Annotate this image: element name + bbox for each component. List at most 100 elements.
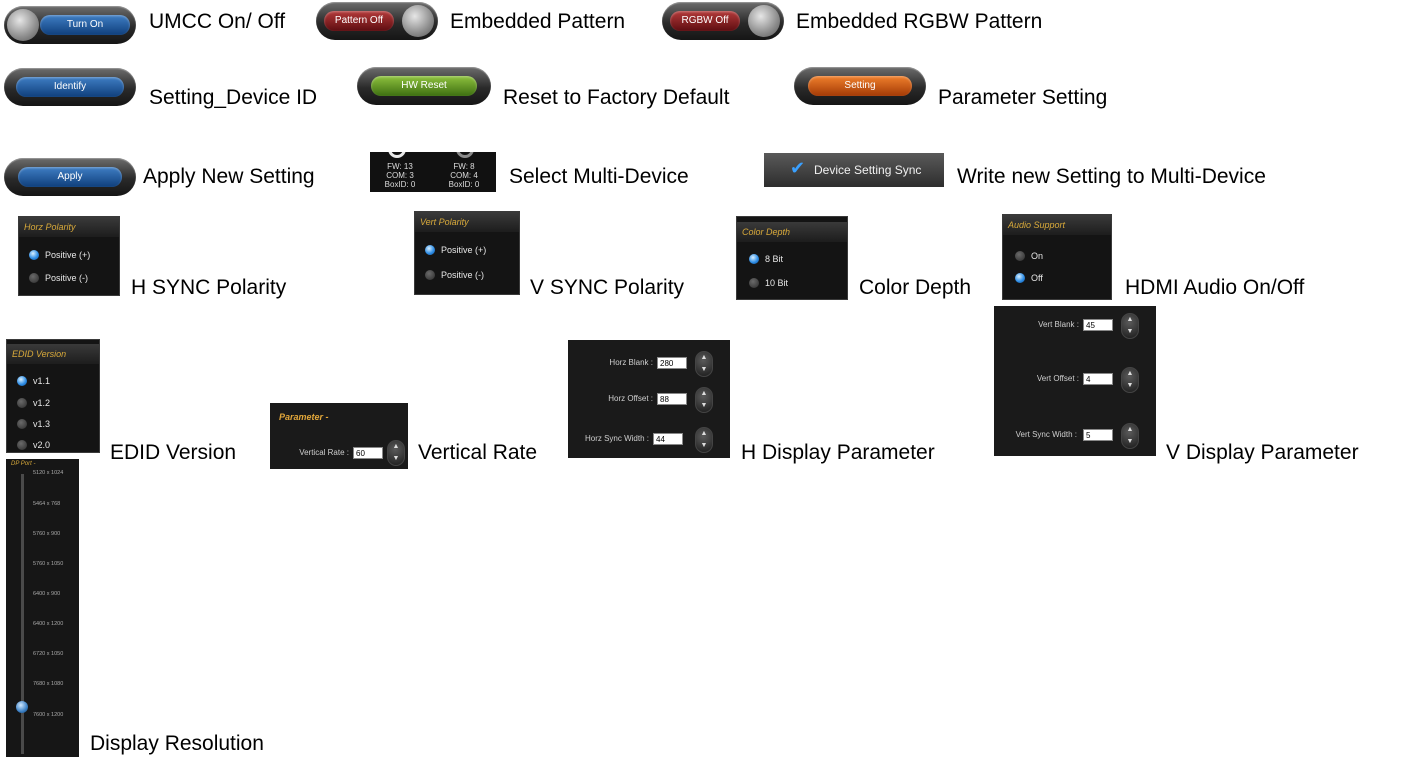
setting-label: Setting	[808, 76, 912, 96]
resolution-slider-thumb[interactable]	[16, 701, 28, 713]
toggle-knob	[748, 5, 780, 37]
edid-opt-label: v1.3	[33, 419, 51, 429]
dp-port-panel: DP Port - 5120 x 1024 5464 x 768 5760 x …	[6, 459, 79, 757]
horz-negative-radio[interactable]	[29, 273, 39, 283]
audio-off-radio[interactable]	[1015, 273, 1025, 283]
depth-10bit-radio[interactable]	[749, 278, 759, 288]
vert-opt1-label: Positive (+)	[441, 245, 487, 255]
edid-version-panel: EDID Version v1.1 v1.2 v1.3 v2.0	[6, 339, 100, 453]
resolution-option[interactable]: 7680 x 1080	[33, 680, 63, 688]
resolution-option[interactable]: 5760 x 1050	[33, 560, 63, 568]
identify-label: Identify	[16, 77, 124, 97]
depth-opt1-label: 8 Bit	[765, 254, 784, 264]
vert-blank-input[interactable]: 45	[1083, 319, 1113, 331]
caption-v-sync-polarity: V SYNC Polarity	[530, 276, 685, 299]
device-2-fw: FW: 8	[453, 162, 475, 171]
horz-offset-input[interactable]: 88	[657, 393, 687, 405]
audio-support-panel: Audio Support On Off	[1002, 214, 1112, 300]
multi-device-selector[interactable]: FW: 13 COM: 3 BoxID: 0 FW: 8 COM: 4 BoxI…	[370, 152, 496, 192]
v-display-panel: Vert Blank : 45 ▲ ▼ Vert Offset : 4 ▲ ▼ Ve…	[994, 306, 1156, 456]
vertical-rate-stepper[interactable]: ▲ ▼	[387, 440, 405, 466]
vert-blank-stepper[interactable]: ▲ ▼	[1121, 313, 1139, 339]
vert-sync-label: Vert Sync Width :	[1015, 430, 1077, 439]
device-1-fw: FW: 13	[387, 162, 413, 171]
horz-polarity-title: Horz Polarity	[19, 217, 119, 237]
caption-hdmi-audio: HDMI Audio On/Off	[1125, 276, 1305, 299]
vert-sync-input[interactable]: 5	[1083, 429, 1113, 441]
hw-reset-button[interactable]: HW Reset	[357, 67, 491, 105]
device-2-com: COM: 4	[450, 171, 478, 180]
vert-polarity-panel: Vert Polarity Positive (+) Positive (-)	[414, 211, 520, 295]
caption-reset-factory: Reset to Factory Default	[503, 86, 730, 109]
turn-on-label: Turn On	[40, 15, 130, 35]
edid-opt-label: v1.1	[33, 376, 51, 386]
caption-v-display: V Display Parameter	[1166, 441, 1359, 464]
setting-button[interactable]: Setting	[794, 67, 926, 105]
caption-apply-new-setting: Apply New Setting	[143, 165, 315, 188]
color-depth-title: Color Depth	[737, 222, 847, 242]
resolution-option[interactable]: 5760 x 900	[33, 530, 60, 538]
vert-polarity-title: Vert Polarity	[415, 212, 519, 232]
edid-v12-radio[interactable]	[17, 398, 27, 408]
vertical-rate-input[interactable]: 60	[353, 447, 383, 459]
vert-blank-label: Vert Blank :	[1038, 320, 1079, 329]
resolution-option[interactable]: 6400 x 1200	[33, 620, 63, 628]
pattern-off-toggle[interactable]: Pattern Off	[316, 2, 438, 40]
resolution-option[interactable]: 7600 x 1200	[33, 711, 63, 719]
vertical-rate-panel: Parameter - Vertical Rate : 60 ▲ ▼	[270, 403, 408, 469]
caption-color-depth: Color Depth	[859, 276, 972, 299]
rgbw-off-toggle[interactable]: RGBW Off	[662, 2, 784, 40]
edid-opt-label: v2.0	[33, 440, 51, 450]
horz-blank-input[interactable]: 280	[657, 357, 687, 369]
resolution-option[interactable]: 6400 x 900	[33, 590, 60, 598]
apply-button[interactable]: Apply	[4, 158, 136, 196]
vertical-rate-label: Vertical Rate :	[299, 448, 349, 457]
horz-sync-stepper[interactable]: ▲ ▼	[695, 427, 713, 453]
edid-v20-radio[interactable]	[17, 440, 27, 450]
sync-label: Device Setting Sync	[814, 163, 922, 177]
audio-opt1-label: On	[1031, 251, 1044, 261]
horz-blank-label: Horz Blank :	[609, 358, 653, 367]
caption-edid-version: EDID Version	[110, 441, 237, 464]
caption-write-multi-device: Write new Setting to Multi-Device	[957, 165, 1266, 188]
horz-blank-stepper[interactable]: ▲ ▼	[695, 351, 713, 377]
turn-on-toggle[interactable]: Turn On	[4, 6, 136, 44]
caption-display-resolution: Display Resolution	[90, 732, 264, 755]
caption-h-sync-polarity: H SYNC Polarity	[131, 276, 287, 299]
device-2-boxid: BoxID: 0	[448, 180, 480, 189]
vert-negative-radio[interactable]	[425, 270, 435, 280]
vert-sync-stepper[interactable]: ▲ ▼	[1121, 423, 1139, 449]
rgbw-off-label: RGBW Off	[670, 11, 740, 31]
caption-vertical-rate: Vertical Rate	[418, 441, 538, 464]
caption-parameter-setting: Parameter Setting	[938, 86, 1108, 109]
device-setting-sync-checkbox[interactable]: ✔ Device Setting Sync	[764, 153, 944, 187]
pattern-off-label: Pattern Off	[324, 11, 394, 31]
parameter-title: Parameter -	[279, 412, 329, 422]
edid-v11-radio[interactable]	[17, 376, 27, 386]
horz-positive-radio[interactable]	[29, 250, 39, 260]
horz-sync-input[interactable]: 44	[653, 433, 683, 445]
vert-offset-input[interactable]: 4	[1083, 373, 1113, 385]
resolution-option[interactable]: 5464 x 768	[33, 500, 60, 508]
depth-8bit-radio[interactable]	[749, 254, 759, 264]
caption-select-multi-device: Select Multi-Device	[509, 165, 689, 188]
caption-h-display: H Display Parameter	[741, 441, 935, 464]
device-1-radio[interactable]	[388, 152, 406, 158]
device-2-radio[interactable]	[456, 152, 474, 158]
toggle-knob	[7, 9, 39, 41]
vert-offset-stepper[interactable]: ▲ ▼	[1121, 367, 1139, 393]
vert-positive-radio[interactable]	[425, 245, 435, 255]
horz-offset-label: Horz Offset :	[608, 394, 653, 403]
resolution-option[interactable]: 6720 x 1050	[33, 650, 63, 658]
caption-setting-device-id: Setting_Device ID	[149, 86, 318, 109]
resolution-option[interactable]: 5120 x 1024	[33, 469, 63, 477]
dp-port-title: DP Port -	[11, 461, 36, 467]
edid-version-title: EDID Version	[7, 344, 99, 364]
horz-offset-stepper[interactable]: ▲ ▼	[695, 387, 713, 413]
edid-v13-radio[interactable]	[17, 419, 27, 429]
identify-button[interactable]: Identify	[4, 68, 136, 106]
edid-opt-label: v1.2	[33, 398, 51, 408]
horz-sync-label: Horz Sync Width :	[584, 434, 649, 443]
audio-on-radio[interactable]	[1015, 251, 1025, 261]
toggle-knob	[402, 5, 434, 37]
